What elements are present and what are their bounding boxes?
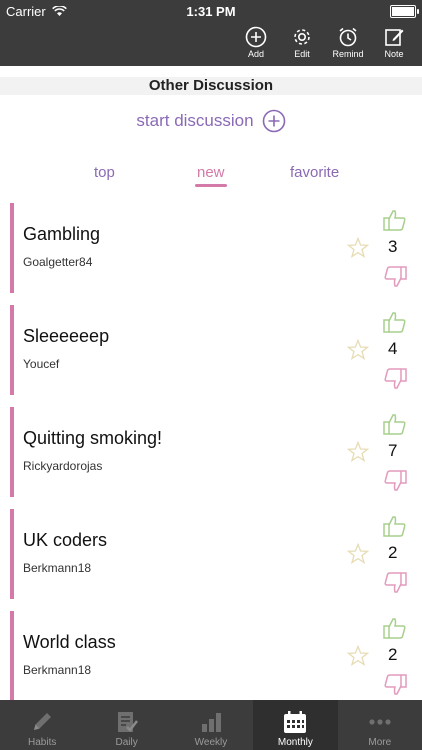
top-bar: Carrier 1:31 PM Add Edit Remind Note: [0, 0, 422, 66]
discussion-row[interactable]: Sleeeeeep Youcef 4: [10, 305, 422, 395]
discussion-author: Berkmann18: [23, 561, 92, 575]
favorite-star-icon[interactable]: [346, 440, 370, 464]
edit-label: Edit: [294, 49, 310, 59]
plus-circle-icon: [245, 26, 267, 48]
thumbs-up-icon[interactable]: [382, 513, 408, 539]
calendar-icon: [284, 711, 307, 733]
bar-chart-icon: [201, 713, 221, 732]
tab-weekly-label: Weekly: [194, 737, 228, 748]
row-accent-bar: [10, 305, 14, 395]
tab-weekly[interactable]: Weekly: [169, 700, 253, 750]
tab-new[interactable]: new: [195, 164, 227, 187]
thumbs-down-icon[interactable]: [382, 366, 408, 392]
thumbs-up-icon[interactable]: [382, 615, 408, 641]
tab-monthly-label: Monthly: [277, 737, 313, 748]
favorite-star-icon[interactable]: [346, 236, 370, 260]
favorite-star-icon[interactable]: [346, 644, 370, 668]
vote-score: 7: [388, 441, 398, 460]
gear-icon: [294, 29, 310, 45]
favorite-star-icon[interactable]: [346, 542, 370, 566]
filter-tabs: top new favorite: [0, 164, 422, 190]
thumbs-up-icon[interactable]: [382, 207, 408, 233]
status-bar: Carrier 1:31 PM: [0, 0, 422, 22]
tab-daily-label: Daily: [115, 737, 138, 748]
discussion-row[interactable]: Quitting smoking! Rickyardorojas 7: [10, 407, 422, 497]
discussion-row[interactable]: UK coders Berkmann18 2: [10, 509, 422, 599]
thumbs-up-icon[interactable]: [382, 411, 408, 437]
discussion-title: Sleeeeeep: [23, 326, 110, 346]
tab-favorite[interactable]: favorite: [290, 164, 339, 181]
row-accent-bar: [10, 509, 14, 599]
tab-more-label: More: [368, 737, 392, 748]
note-button[interactable]: Note: [376, 26, 412, 59]
note-label: Note: [384, 49, 404, 59]
more-dots-icon: [369, 719, 391, 725]
add-label: Add: [247, 49, 264, 59]
favorite-star-icon[interactable]: [346, 338, 370, 362]
status-time: 1:31 PM: [186, 4, 236, 19]
start-discussion-label: start discussion: [136, 111, 254, 130]
thumbs-down-icon[interactable]: [382, 468, 408, 494]
vote-score: 4: [388, 339, 398, 358]
row-accent-bar: [10, 203, 14, 293]
note-edit-icon: [385, 29, 404, 46]
add-button[interactable]: Add: [238, 26, 274, 59]
discussion-title: Quitting smoking!: [23, 428, 163, 448]
discussion-author: Rickyardorojas: [23, 459, 103, 473]
thumbs-down-icon[interactable]: [382, 264, 408, 290]
toolbar-actions: Add Edit Remind Note: [238, 26, 412, 59]
thumbs-up-icon[interactable]: [382, 309, 408, 335]
plus-circle-icon: [262, 109, 285, 133]
remind-button[interactable]: Remind: [330, 26, 366, 59]
thumbs-down-icon[interactable]: [382, 570, 408, 596]
vote-score: 2: [388, 645, 398, 664]
page-title: Other Discussion: [0, 77, 422, 95]
edit-button[interactable]: Edit: [284, 26, 320, 59]
tab-habits-label: Habits: [28, 737, 57, 748]
vote-score: 2: [388, 543, 398, 562]
discussion-title: Gambling: [23, 224, 101, 244]
discussion-row[interactable]: Gambling Goalgetter84 3: [10, 203, 422, 293]
vote-score: 3: [388, 237, 398, 256]
tab-monthly[interactable]: Monthly: [253, 700, 338, 750]
tab-top[interactable]: top: [94, 164, 115, 181]
start-discussion-button[interactable]: start discussion: [0, 108, 422, 134]
row-accent-bar: [10, 407, 14, 497]
thumbs-down-icon[interactable]: [382, 672, 408, 698]
remind-label: Remind: [332, 49, 364, 59]
tab-habits[interactable]: Habits: [0, 700, 84, 750]
tab-more[interactable]: More: [338, 700, 422, 750]
discussion-author: Goalgetter84: [23, 255, 93, 269]
tab-top-label: top: [94, 164, 115, 181]
battery-icon: [390, 5, 419, 18]
bottom-tab-bar: Habits Daily Weekly Monthly More: [0, 700, 422, 750]
tab-new-label: new: [197, 164, 225, 181]
tab-daily[interactable]: Daily: [84, 700, 168, 750]
discussion-author: Berkmann18: [23, 663, 92, 677]
discussion-row[interactable]: World class Berkmann18 2: [10, 611, 422, 701]
pencil-icon: [34, 713, 52, 730]
active-tab-indicator: [195, 184, 227, 187]
daily-checklist-icon: [117, 712, 138, 732]
discussion-author: Youcef: [23, 357, 60, 371]
discussion-title: UK coders: [23, 530, 108, 550]
discussion-title: World class: [23, 632, 116, 652]
alarm-clock-icon: [339, 27, 357, 47]
row-accent-bar: [10, 611, 14, 701]
tab-favorite-label: favorite: [290, 164, 340, 181]
